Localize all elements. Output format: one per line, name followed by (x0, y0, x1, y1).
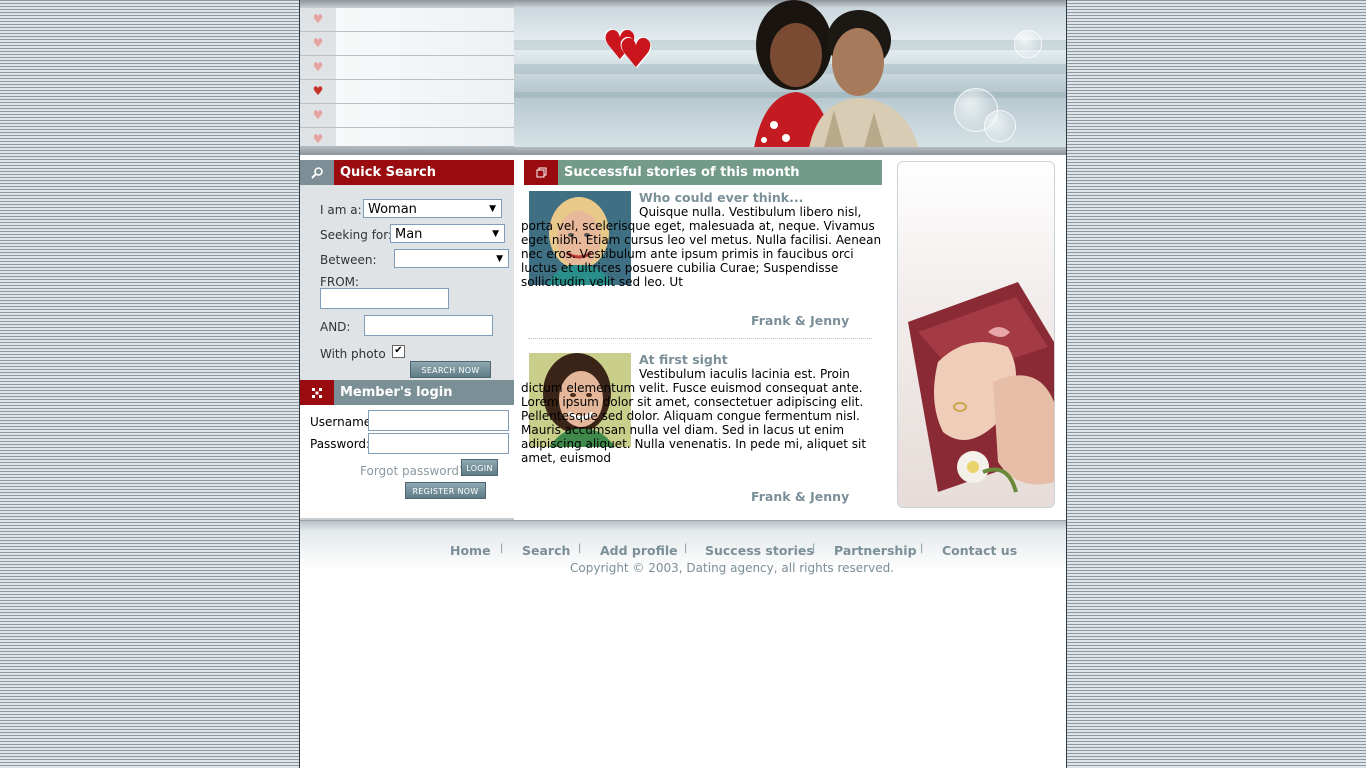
member-login-header: Member's login (300, 380, 514, 405)
copy-icon (524, 160, 558, 185)
heart-icon: ♥ (312, 12, 324, 26)
between-select[interactable]: ▼ (394, 249, 509, 268)
banner-bottom-border (514, 147, 1066, 155)
seeking-select[interactable]: Man ▼ (390, 224, 505, 243)
footer-separator: | (500, 543, 504, 554)
i-am-select[interactable]: Woman ▼ (363, 199, 502, 218)
footer-separator: | (578, 543, 582, 554)
stories-title: Successful stories of this month (558, 160, 882, 185)
story-divider (528, 338, 872, 339)
header-banner: ♥ ♥ (514, 0, 1066, 155)
bubble-decoration (1014, 30, 1042, 58)
heart-icon: ♥ (312, 84, 324, 98)
menu-item-5[interactable]: ♥ (300, 104, 514, 128)
register-now-button[interactable]: REGISTER NOW (405, 482, 486, 499)
and-input[interactable] (364, 315, 493, 336)
story-signature-2: Frank & Jenny (751, 489, 850, 504)
username-input[interactable] (368, 410, 509, 431)
story-text-1-content: Quisque nulla. Vestibulum libero nisl, p… (521, 205, 882, 289)
password-label: Password: (310, 437, 371, 451)
footer-separator: | (920, 543, 924, 554)
dropdown-arrow-icon: ▼ (496, 254, 503, 264)
from-label: FROM: (320, 275, 360, 289)
menu-item-2[interactable]: ♥ (300, 32, 514, 56)
story-text-2: Vestibulum iaculis lacinia est. Proin di… (521, 367, 883, 465)
story-text-1: Quisque nulla. Vestibulum libero nisl, p… (521, 205, 883, 289)
footer-link-search[interactable]: Search (522, 543, 570, 558)
page-container: ♥ ♥ ♥ ♥ ♥ ♥ ♥ ♥ Quick Search I am a: Wom… (299, 0, 1067, 768)
and-label: AND: (320, 320, 351, 334)
footer-link-success-stories[interactable]: Success stories (705, 543, 814, 558)
forgot-password-link[interactable]: Forgot password? (360, 464, 465, 478)
double-heart-logo: ♥ ♥ (602, 23, 654, 77)
wedding-hands-photo (897, 161, 1055, 508)
menu-item-1[interactable]: ♥ (300, 8, 514, 32)
between-label: Between: (320, 253, 377, 267)
seeking-label: Seeking for: (320, 228, 393, 242)
footer-separator: | (812, 543, 816, 554)
search-now-button[interactable]: SEARCH NOW (410, 361, 491, 378)
dropdown-arrow-icon: ▼ (489, 204, 496, 214)
story-signature-1: Frank & Jenny (751, 313, 850, 328)
footer-link-contact-us[interactable]: Contact us (942, 543, 1017, 558)
bubble-decoration (984, 110, 1016, 142)
i-am-value: Woman (368, 202, 417, 217)
story-title-2[interactable]: At first sight (639, 352, 728, 367)
password-input[interactable] (368, 433, 509, 454)
footer: Home | Search | Add profile | Success st… (300, 520, 1066, 581)
footer-link-partnership[interactable]: Partnership (834, 543, 917, 558)
quick-search-header: Quick Search (300, 160, 514, 185)
dropdown-arrow-icon: ▼ (492, 229, 499, 239)
menu-bottom-border (300, 146, 514, 155)
username-label: Username: (310, 415, 376, 429)
top-menu: ♥ ♥ ♥ ♥ ♥ ♥ (300, 0, 514, 155)
magnifier-icon (300, 160, 334, 185)
heart-icon: ♥ (312, 60, 324, 74)
story-title-1[interactable]: Who could ever think... (639, 190, 803, 205)
menu-item-3[interactable]: ♥ (300, 56, 514, 80)
member-login-panel: Username: Password: Forgot password? LOG… (300, 405, 514, 518)
with-photo-checkbox[interactable]: ✔ (392, 345, 405, 358)
i-am-label: I am a: (320, 203, 362, 217)
heart-icon: ♥ (312, 108, 324, 122)
seeking-value: Man (395, 227, 423, 242)
member-login-title: Member's login (334, 380, 514, 405)
copyright-text: Copyright © 2003, Dating agency, all rig… (570, 561, 895, 575)
grid-icon (300, 380, 334, 405)
menu-top-border (300, 0, 514, 8)
footer-separator: | (684, 543, 688, 554)
quick-search-title: Quick Search (334, 160, 514, 185)
with-photo-label: With photo (320, 347, 386, 361)
story-text-2-content: Vestibulum iaculis lacinia est. Proin di… (521, 367, 867, 465)
heart-icon: ♥ (312, 36, 324, 50)
login-button[interactable]: LOGIN (461, 459, 498, 476)
footer-link-add-profile[interactable]: Add profile (600, 543, 678, 558)
stories-header: Successful stories of this month (524, 160, 882, 185)
footer-link-home[interactable]: Home (450, 543, 491, 558)
from-input[interactable] (320, 288, 449, 309)
couple-photo (754, 0, 919, 148)
menu-item-4[interactable]: ♥ (300, 80, 514, 104)
